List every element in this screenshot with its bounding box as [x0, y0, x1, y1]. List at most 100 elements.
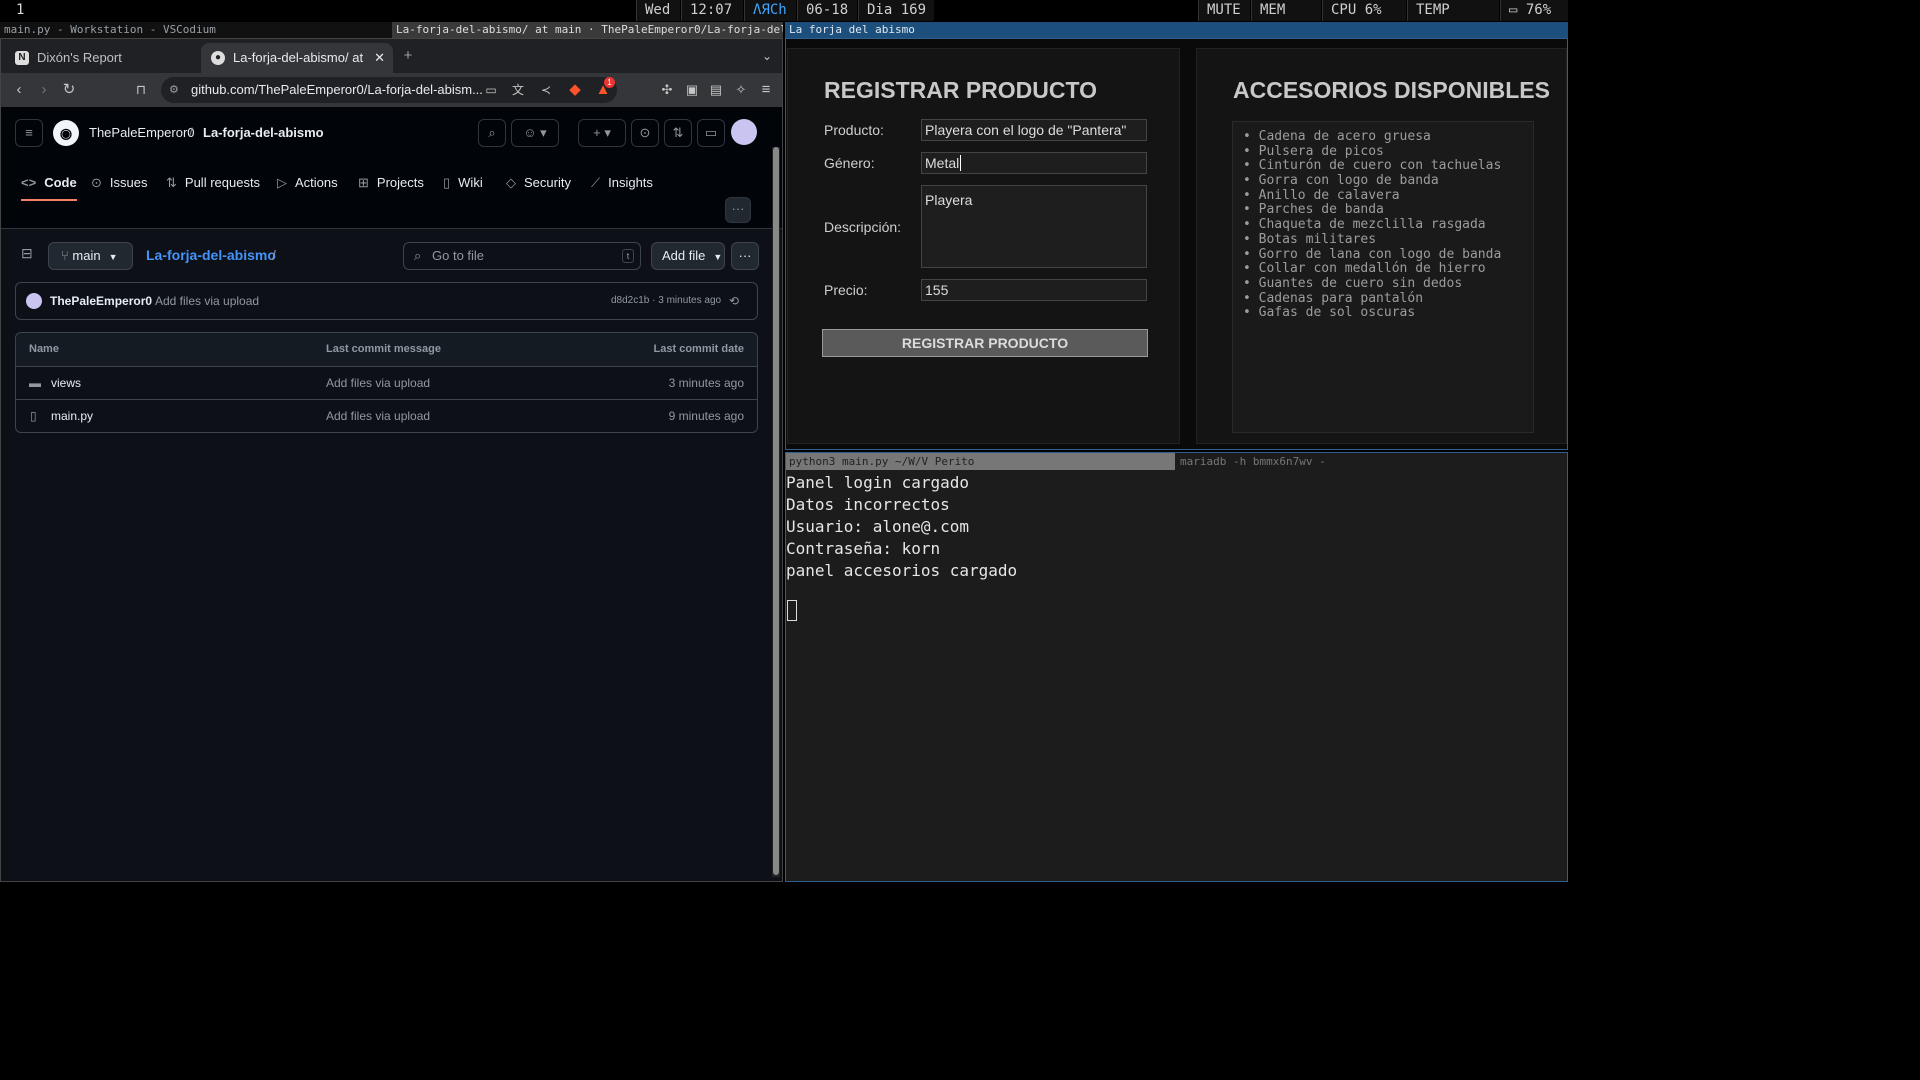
browser-window: N Dixón's Report ● La-forja-del-abismo/ …	[0, 38, 783, 882]
tab-issues[interactable]: ⊙ Issues	[91, 165, 147, 201]
tab-projects[interactable]: ⊞ Projects	[358, 165, 424, 201]
tab-insights[interactable]: ⟋ Insights	[591, 165, 653, 201]
terminal-line: Panel login cargado	[786, 473, 970, 492]
code-icon: <>	[21, 175, 37, 190]
search-icon[interactable]: ⌕	[478, 119, 506, 147]
col-message: Last commit message	[326, 343, 441, 355]
table-row[interactable]: ▬ views Add files via upload 3 minutes a…	[16, 366, 757, 399]
issues-icon[interactable]: ⊙	[631, 119, 659, 147]
mem-indicator: MEM 35%	[1251, 0, 1321, 39]
description-textarea[interactable]: Playera	[921, 185, 1147, 268]
genre-value: Metal	[925, 155, 960, 171]
terminal-tab-active[interactable]: python3 main.py ~/W/V Perito	[786, 453, 1175, 470]
cpu-indicator: CPU 6%	[1322, 0, 1406, 21]
inbox-icon[interactable]: ▭	[697, 119, 725, 147]
tab-label: Dixón's Report	[37, 50, 122, 65]
tab-actions[interactable]: ▷ Actions	[277, 165, 338, 201]
browser-tab-github[interactable]: ● La-forja-del-abismo/ at ✕	[201, 43, 393, 73]
brave-shield-icon[interactable]: ◆	[565, 80, 585, 100]
file-date: 9 minutes ago	[668, 409, 744, 423]
bookmark-icon[interactable]: ⊓	[131, 80, 151, 100]
col-name: Name	[29, 343, 59, 355]
terminal-cursor	[787, 600, 797, 621]
cast-icon[interactable]: ▭	[481, 80, 501, 100]
terminal-line: Contraseña: korn	[786, 539, 941, 558]
table-row[interactable]: ▯ main.py Add files via upload 9 minutes…	[16, 399, 757, 432]
mute-indicator[interactable]: MUTE	[1198, 0, 1250, 21]
day-label: Wed	[636, 0, 680, 21]
tab-wiki[interactable]: ▯ Wiki	[443, 165, 483, 201]
register-product-panel: REGISTRAR PRODUCTO Producto: Playera con…	[787, 48, 1180, 444]
create-new-icon[interactable]: + ▾	[578, 119, 626, 147]
commit-author[interactable]: ThePaleEmperor0	[50, 283, 152, 319]
more-options-icon[interactable]: ···	[731, 242, 759, 270]
workspace-indicator[interactable]: 1	[0, 0, 46, 21]
tab-label: Insights	[608, 175, 653, 190]
more-tabs-icon[interactable]: ···	[725, 197, 751, 223]
pull-requests-icon[interactable]: ⇅	[664, 119, 692, 147]
col-date: Last commit date	[653, 343, 744, 355]
tab-label: Code	[44, 175, 77, 190]
breadcrumb-repo[interactable]: La-forja-del-abismo	[146, 247, 276, 263]
back-icon[interactable]: ‹	[9, 80, 29, 100]
tab-label: Issues	[109, 175, 148, 190]
extensions-icon[interactable]: ✣	[657, 80, 677, 100]
chevron-down-icon: ▼	[713, 252, 723, 262]
new-tab-icon[interactable]: +	[398, 46, 418, 66]
branch-selector[interactable]: ⑂ main ▼	[48, 242, 133, 270]
avatar[interactable]	[731, 119, 757, 145]
file-name[interactable]: views	[51, 367, 81, 399]
product-input[interactable]: Playera con el logo de "Pantera"	[921, 119, 1147, 141]
leo-icon[interactable]: ✧	[731, 80, 751, 100]
commit-meta[interactable]: d8d2c1b · 3 minutes ago	[611, 283, 721, 319]
share-icon[interactable]: ≺	[536, 80, 556, 100]
file-tree-toggle-icon[interactable]: ⊟	[21, 245, 33, 262]
github-logo-icon[interactable]: ◉	[53, 120, 79, 146]
accessories-panel: ACCESORIOS DISPONIBLES Cadena de acero g…	[1196, 48, 1567, 444]
play-icon: ▷	[277, 175, 287, 190]
repo-link[interactable]: La-forja-del-abismo	[203, 125, 324, 140]
add-file-button[interactable]: Add file ▼	[651, 242, 725, 270]
price-input[interactable]: 155	[921, 279, 1147, 301]
owner-link[interactable]: ThePaleEmperor0	[89, 125, 195, 140]
forward-icon[interactable]: ›	[34, 80, 54, 100]
url-text: github.com/ThePaleEmperor0/La-forja-del-…	[191, 82, 483, 97]
status-bar: 1 Wed 12:07 ΛЯCh 06-18 Dia 169 MUTE MEM …	[0, 0, 1568, 39]
site-info-icon[interactable]: ⚙	[169, 77, 179, 103]
menu-icon[interactable]: ≡	[756, 80, 776, 100]
history-icon[interactable]: ⟲	[729, 283, 739, 319]
list-item: Cadenas para pantalón	[1243, 291, 1533, 307]
tab-security[interactable]: ◇ Security	[506, 165, 571, 201]
list-item: Anillo de calavera	[1243, 188, 1533, 204]
commit-message[interactable]: Add files via upload	[155, 283, 259, 319]
terminal-tab-inactive[interactable]: mariadb -h bmmx6n7wv -	[1177, 453, 1567, 470]
form-title: REGISTRAR PRODUCTO	[824, 77, 1098, 103]
file-commit-message[interactable]: Add files via upload	[326, 367, 430, 399]
scrollbar[interactable]	[772, 147, 780, 877]
go-to-file-input[interactable]: ⌕ Go to file t	[403, 242, 641, 270]
reload-icon[interactable]: ↻	[59, 80, 79, 100]
file-commit-message[interactable]: Add files via upload	[326, 400, 430, 432]
hamburger-menu-icon[interactable]: ≡	[15, 119, 43, 147]
issue-icon: ⊙	[91, 175, 102, 190]
branch-name: main	[72, 248, 101, 263]
sidebar-icon[interactable]: ▣	[682, 80, 702, 100]
tab-pull-requests[interactable]: ⇅ Pull requests	[166, 165, 260, 201]
scrollbar-thumb[interactable]	[773, 147, 779, 875]
genre-input[interactable]: Metal	[921, 152, 1147, 174]
register-product-button[interactable]: REGISTRAR PRODUCTO	[822, 329, 1148, 357]
copilot-icon[interactable]: ☺ ▾	[511, 119, 559, 147]
close-tab-icon[interactable]: ✕	[374, 43, 385, 73]
distro-label: ΛЯCh	[744, 0, 796, 21]
wallet-icon[interactable]: ▤	[706, 80, 726, 100]
file-name[interactable]: main.py	[51, 400, 93, 432]
terminal-output[interactable]: Panel login cargado Datos incorrectos Us…	[786, 472, 1017, 621]
product-label: Producto:	[824, 122, 884, 138]
forja-app-window: REGISTRAR PRODUCTO Producto: Playera con…	[785, 38, 1568, 450]
translate-icon[interactable]: 文	[508, 80, 528, 100]
owner-repo-separator: /	[189, 125, 193, 140]
tab-code[interactable]: <> Code	[21, 165, 77, 201]
tab-search-chevron-icon[interactable]: ⌄	[757, 46, 777, 66]
clock: 12:07	[681, 0, 743, 21]
browser-tab-report[interactable]: N Dixón's Report	[5, 43, 195, 73]
